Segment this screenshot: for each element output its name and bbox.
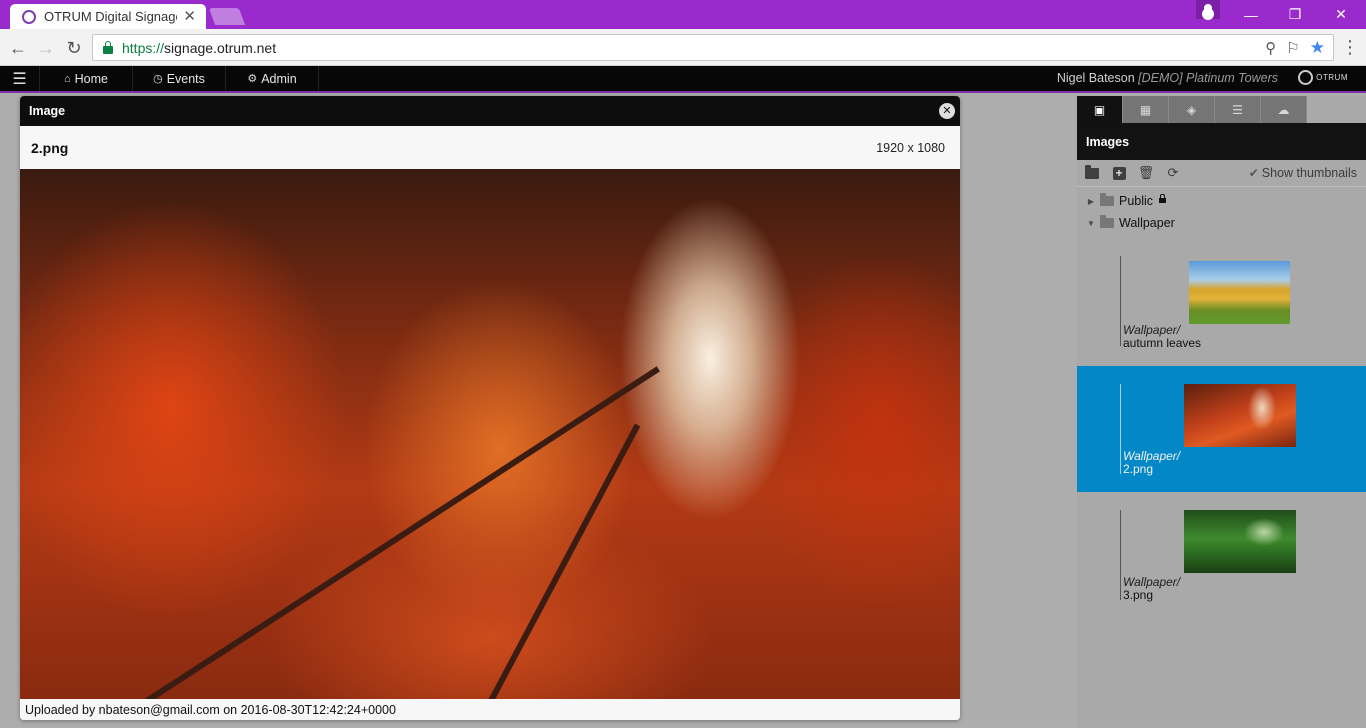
image-icon: ▣	[1093, 102, 1106, 117]
tab-lists[interactable]: ☰	[1215, 96, 1261, 123]
folder-icon	[1100, 193, 1114, 206]
plus-icon: +	[1112, 166, 1126, 180]
zoom-icon[interactable]: ⚲	[1265, 39, 1276, 57]
dialog-info-bar: 2.png 1920 x 1080	[20, 126, 960, 169]
image-filename: 2.png	[31, 139, 69, 156]
film-icon: ▦	[1139, 102, 1152, 117]
trash-icon: 🗑	[1137, 165, 1155, 180]
brand-label: OTRUM	[1316, 73, 1348, 82]
item-name: autumn leaves	[1123, 336, 1202, 350]
url-protocol: https://	[122, 39, 165, 56]
bookmark-star-icon[interactable]: ★	[1310, 38, 1325, 58]
nav-admin-label: Admin	[261, 71, 297, 86]
image-preview-dialog: Image ✕ 2.png 1920 x 1080 Uploaded by nb…	[20, 96, 960, 720]
new-folder-button[interactable]	[1085, 164, 1099, 180]
app-navbar: ☰ ⌂ Home ◷ Events ⚙ Admin Nigel Bateson …	[0, 66, 1366, 93]
tab-videos[interactable]: ▦	[1123, 96, 1169, 123]
otrum-logo: OTRUM	[1298, 70, 1348, 85]
secure-lock-icon	[103, 40, 113, 54]
restore-icon[interactable]: ❐	[1272, 0, 1318, 29]
home-icon: ⌂	[64, 72, 71, 85]
url-host: signage.otrum.net	[164, 39, 277, 56]
browser-tab-title: OTRUM Digital Signage -	[44, 9, 178, 24]
upload-info: Uploaded by nbateson@gmail.com on 2016-0…	[20, 699, 960, 720]
expand-arrow-icon[interactable]: ▶	[1087, 197, 1095, 206]
nav-home-label: Home	[74, 71, 108, 86]
tab-downloads[interactable]: ☁	[1261, 96, 1307, 123]
panel-title: Images	[1077, 123, 1366, 160]
clock-icon: ◷	[153, 73, 163, 85]
image-dimensions: 1920 x 1080	[876, 140, 945, 155]
browser-menu-icon[interactable]: ⋮	[1340, 37, 1360, 59]
media-panel: ▣ ▦ ◈ ☰ ☁ Images + 🗑 ⟳ ✔ Show thumbnails…	[1077, 96, 1366, 728]
item-name: 2.png	[1123, 462, 1154, 476]
extension-pin-icon[interactable]: ⚐	[1286, 39, 1299, 57]
dialog-title: Image	[29, 104, 66, 118]
thumbnail-autumn-leaves	[1189, 261, 1290, 324]
tree-branch-line	[1120, 384, 1121, 474]
image-item-2-png[interactable]: Wallpaper/ 2.png	[1077, 366, 1366, 492]
nav-admin[interactable]: ⚙ Admin	[226, 66, 319, 91]
window-close-icon[interactable]: ✕	[1318, 0, 1364, 29]
new-tab-button[interactable]	[208, 8, 246, 25]
collapse-arrow-icon[interactable]: ▼	[1087, 219, 1095, 228]
user-organization: [DEMO] Platinum Towers	[1138, 71, 1278, 85]
tab-images[interactable]: ▣	[1077, 96, 1123, 123]
browser-tab-strip: OTRUM Digital Signage - ✕ — ❐ ✕	[0, 0, 1366, 29]
tab-close-icon[interactable]: ✕	[183, 9, 196, 24]
thumbnail-caption: Wallpaper/ 2.png	[1123, 450, 1180, 476]
add-image-button[interactable]: +	[1112, 166, 1126, 180]
thumbnail-2-png	[1184, 384, 1296, 447]
tree-branch-line	[1120, 510, 1121, 600]
profile-icon[interactable]	[1196, 0, 1220, 19]
folder-open-icon	[1100, 215, 1114, 228]
tree-branch-line	[1120, 256, 1121, 346]
nav-events[interactable]: ◷ Events	[133, 66, 226, 91]
user-name: Nigel Bateson	[1056, 71, 1135, 85]
refresh-icon: ⟳	[1167, 165, 1179, 180]
minimize-icon[interactable]: —	[1228, 0, 1274, 29]
folder-name: Wallpaper	[1119, 216, 1175, 230]
folder-icon	[1085, 164, 1099, 179]
refresh-button[interactable]: ⟳	[1166, 165, 1180, 180]
lock-icon	[1159, 193, 1167, 203]
folder-public[interactable]: ▶ Public	[1077, 190, 1366, 212]
folder-wallpaper[interactable]: ▼ Wallpaper	[1077, 212, 1366, 234]
forward-arrow-icon[interactable]: →	[35, 37, 57, 59]
reload-icon[interactable]: ↻	[63, 37, 85, 59]
folder-name: Public	[1119, 194, 1154, 208]
browser-tab[interactable]: OTRUM Digital Signage - ✕	[10, 4, 206, 29]
dialog-header: Image ✕	[20, 96, 960, 126]
cube-icon: ◈	[1186, 102, 1197, 117]
show-thumbnails-toggle[interactable]: ✔ Show thumbnails	[1249, 166, 1357, 180]
list-icon: ☰	[1232, 102, 1243, 117]
hamburger-menu-icon[interactable]: ☰	[0, 66, 40, 91]
checkmark-icon: ✔	[1248, 166, 1259, 180]
address-bar[interactable]: https://signage.otrum.net ⚲ ⚐ ★	[92, 34, 1334, 61]
thumbnail-caption: Wallpaper/ 3.png	[1123, 576, 1180, 602]
dialog-close-icon[interactable]: ✕	[939, 103, 955, 119]
browser-toolbar: ← → ↻ https://signage.otrum.net ⚲ ⚐ ★ ⋮	[0, 29, 1366, 66]
nav-home[interactable]: ⌂ Home	[40, 66, 133, 91]
image-item-autumn-leaves[interactable]: Wallpaper/ autumn leaves	[1077, 238, 1366, 366]
panel-toolbar: + 🗑 ⟳ ✔ Show thumbnails	[1077, 160, 1366, 187]
current-user[interactable]: Nigel Bateson [DEMO] Platinum Towers	[1057, 71, 1278, 85]
thumbnail-caption: Wallpaper/ autumn leaves	[1123, 324, 1201, 350]
delete-button[interactable]: 🗑	[1137, 165, 1155, 180]
show-thumbnails-label: Show thumbnails	[1261, 166, 1357, 180]
otrum-favicon-icon	[22, 9, 36, 24]
tab-packages[interactable]: ◈	[1169, 96, 1215, 123]
thumbnail-3-png	[1184, 510, 1296, 573]
otrum-ring-icon	[1298, 70, 1314, 85]
folder-tree: ▶ Public ▼ Wallpaper	[1077, 187, 1366, 234]
image-preview	[20, 169, 960, 699]
cogs-icon: ⚙	[247, 73, 258, 85]
item-name: 3.png	[1123, 588, 1154, 602]
image-item-3-png[interactable]: Wallpaper/ 3.png	[1077, 492, 1366, 618]
back-arrow-icon[interactable]: ←	[7, 37, 29, 59]
cloud-download-icon: ☁	[1277, 102, 1290, 117]
nav-events-label: Events	[166, 71, 205, 86]
panel-tabs: ▣ ▦ ◈ ☰ ☁	[1077, 96, 1366, 123]
